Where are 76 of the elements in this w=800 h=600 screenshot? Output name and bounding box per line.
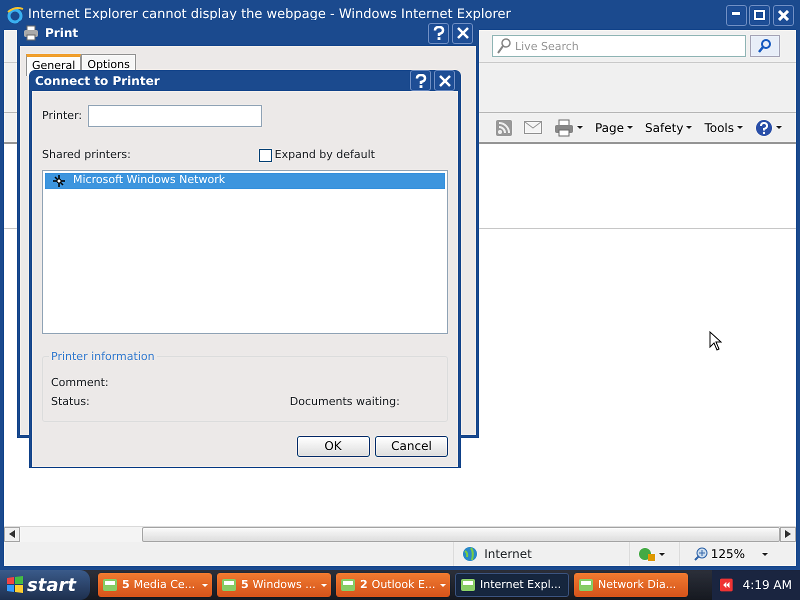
network-icon bbox=[51, 174, 67, 188]
caret-icon bbox=[762, 552, 768, 556]
scroll-left-button[interactable] bbox=[4, 527, 20, 542]
caret-icon bbox=[627, 126, 634, 129]
minimize-icon bbox=[732, 12, 740, 14]
minimize-button[interactable] bbox=[726, 4, 746, 26]
mail-button[interactable] bbox=[524, 121, 542, 134]
help-icon bbox=[414, 74, 427, 88]
info-label: Status: bbox=[51, 394, 90, 410]
tray-icon bbox=[720, 577, 733, 593]
close-button[interactable] bbox=[773, 4, 794, 26]
scroll-right-button[interactable] bbox=[780, 527, 796, 542]
close-icon bbox=[456, 27, 468, 40]
app-icon bbox=[578, 577, 594, 593]
search-button[interactable] bbox=[750, 35, 780, 57]
search-icon bbox=[758, 38, 772, 53]
taskbar-button[interactable]: Internet Expl... bbox=[455, 573, 569, 597]
horizontal-scrollbar[interactable] bbox=[4, 526, 796, 542]
list-label: Shared printers: bbox=[42, 147, 131, 163]
maximize-icon bbox=[754, 10, 766, 20]
app-icon bbox=[221, 577, 237, 593]
caret-icon bbox=[321, 584, 327, 586]
close-icon bbox=[778, 10, 789, 20]
help-button[interactable] bbox=[755, 118, 782, 136]
field-label: Printer: bbox=[42, 108, 82, 124]
right-arrow-icon bbox=[785, 530, 791, 538]
app-icon bbox=[102, 577, 118, 593]
printer-icon bbox=[554, 118, 574, 136]
envelope-icon bbox=[524, 121, 542, 134]
dialog-title: Print bbox=[45, 25, 78, 42]
info-label: Documents waiting: bbox=[290, 394, 400, 410]
caret-icon bbox=[440, 584, 446, 586]
dialog-button[interactable]: Cancel bbox=[375, 436, 448, 456]
help-icon bbox=[432, 26, 445, 40]
zone-label: Internet bbox=[484, 546, 532, 563]
window-title: Internet Explorer cannot display the webpage - Windows Internet Explorer bbox=[28, 6, 511, 24]
caret-icon bbox=[737, 126, 743, 129]
browser-logo-icon bbox=[6, 6, 24, 24]
app-icon bbox=[460, 577, 476, 593]
close-button[interactable] bbox=[434, 70, 455, 91]
help-button[interactable] bbox=[410, 70, 432, 91]
menu-button[interactable]: Tools bbox=[704, 118, 743, 136]
close-button[interactable] bbox=[452, 22, 473, 44]
close-icon bbox=[438, 74, 450, 87]
printer-field[interactable] bbox=[88, 105, 262, 127]
menu-button[interactable]: Safety bbox=[645, 118, 692, 136]
help-button[interactable] bbox=[428, 22, 450, 44]
windows-logo-icon bbox=[6, 576, 24, 594]
clock: 4:19 AM bbox=[742, 577, 792, 594]
feed-icon bbox=[496, 120, 512, 136]
expand-checkbox[interactable]: Expand by default bbox=[258, 147, 375, 164]
caret-icon bbox=[576, 126, 583, 129]
caret-icon bbox=[659, 552, 666, 556]
printer-icon bbox=[23, 25, 39, 41]
left-arrow-icon bbox=[9, 530, 15, 538]
dialog-button[interactable]: OK bbox=[296, 436, 370, 456]
help-icon bbox=[755, 118, 773, 136]
info-label: Comment: bbox=[51, 374, 110, 390]
maximize-button[interactable] bbox=[749, 4, 770, 26]
search-field[interactable]: Live Search bbox=[492, 35, 746, 57]
dialog-title: Connect to Printer bbox=[35, 72, 160, 90]
menu-button[interactable]: Page bbox=[594, 118, 634, 136]
search-icon bbox=[497, 38, 511, 54]
scroll-thumb[interactable] bbox=[142, 527, 780, 542]
start-button[interactable]: start bbox=[0, 570, 90, 600]
zoom-icon bbox=[694, 547, 708, 561]
print-button[interactable] bbox=[554, 118, 583, 136]
protected-mode-button[interactable] bbox=[638, 546, 666, 562]
globe-icon bbox=[462, 546, 478, 562]
caret-icon bbox=[776, 126, 782, 129]
zoom-button[interactable]: 125% bbox=[694, 545, 768, 563]
caret-icon bbox=[202, 584, 208, 586]
caret-icon bbox=[686, 126, 692, 129]
app-icon bbox=[340, 577, 356, 593]
taskbar-button[interactable]: 5 Windows ... bbox=[217, 573, 331, 597]
mouse-cursor-icon bbox=[709, 331, 722, 351]
